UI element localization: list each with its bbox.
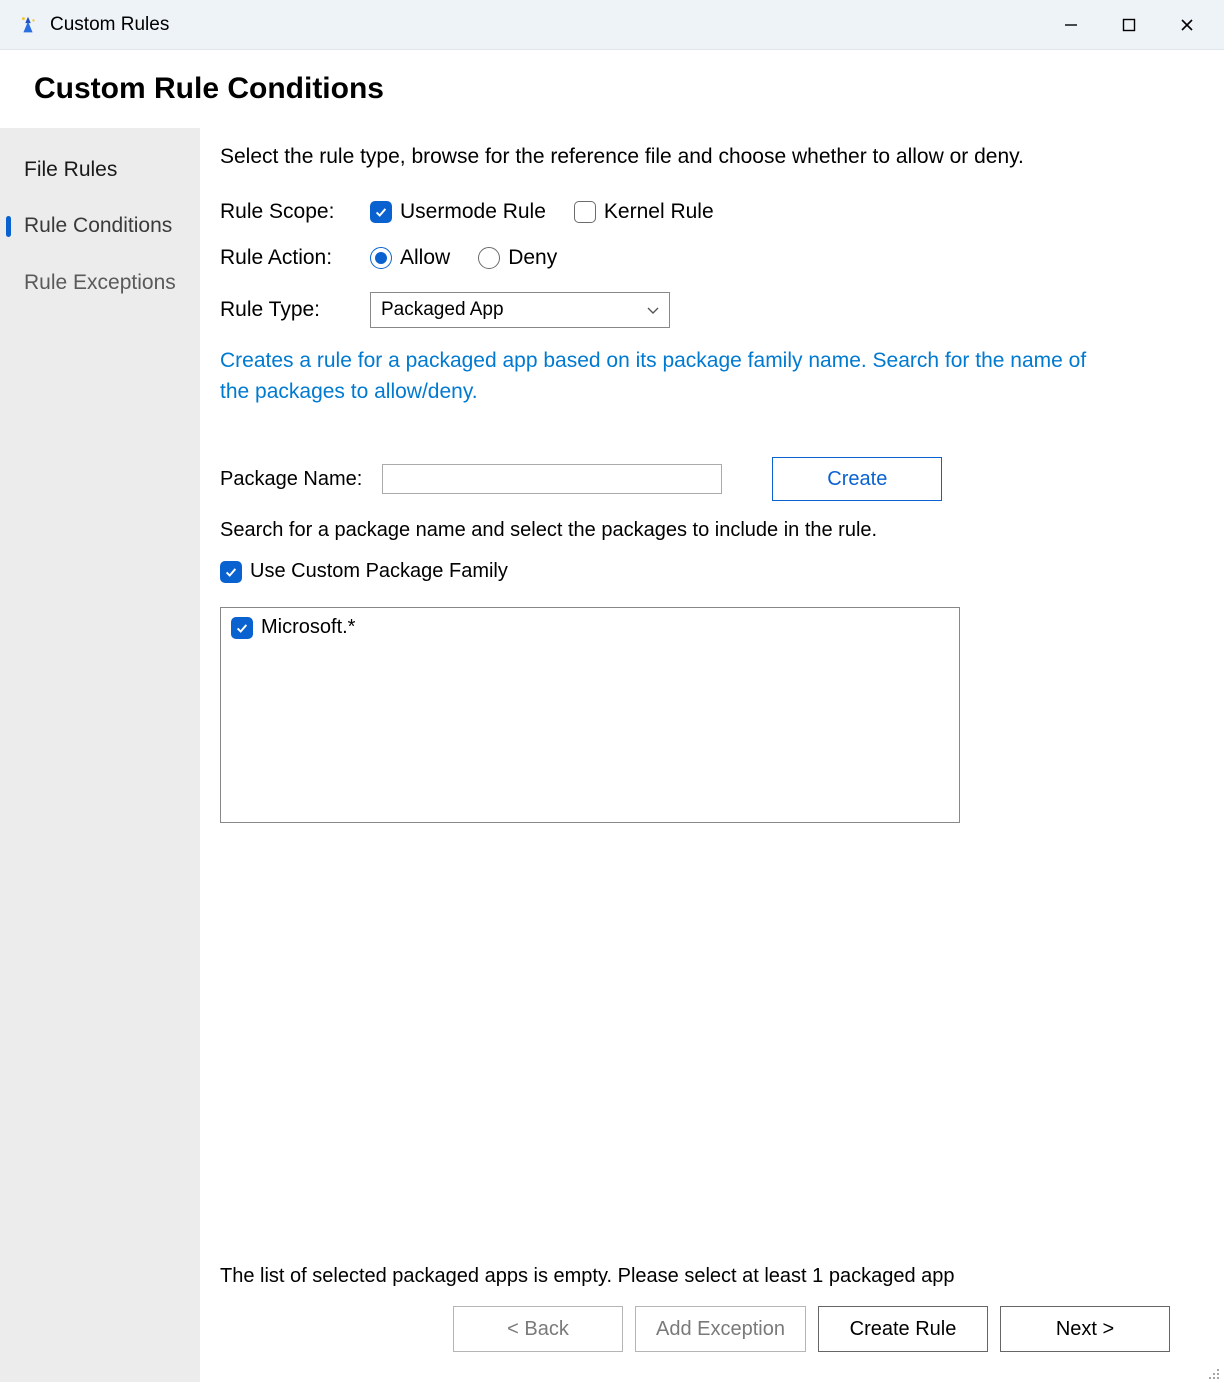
usermode-rule-option[interactable]: Usermode Rule — [370, 200, 546, 224]
package-name-label: Package Name: — [220, 468, 362, 491]
chevron-down-icon — [647, 303, 659, 318]
kernel-rule-option[interactable]: Kernel Rule — [574, 200, 714, 224]
create-button[interactable]: Create — [772, 457, 942, 501]
sidebar-item-rule-exceptions[interactable]: Rule Exceptions — [0, 255, 200, 311]
deny-label: Deny — [508, 246, 557, 270]
intro-text: Select the rule type, browse for the ref… — [220, 142, 1090, 172]
back-button[interactable]: < Back — [453, 1306, 623, 1352]
custom-package-row[interactable]: Use Custom Package Family — [220, 560, 1194, 583]
rule-scope-row: Rule Scope: Usermode Rule Kernel Rule — [220, 200, 1194, 224]
add-exception-button[interactable]: Add Exception — [635, 1306, 806, 1352]
window-title: Custom Rules — [50, 14, 169, 36]
next-button[interactable]: Next > — [1000, 1306, 1170, 1352]
close-button[interactable] — [1158, 5, 1216, 45]
add-exception-button-label: Add Exception — [656, 1318, 785, 1341]
package-search-hint: Search for a package name and select the… — [220, 519, 1194, 542]
sidebar-item-label: Rule Conditions — [24, 214, 172, 237]
create-rule-button[interactable]: Create Rule — [818, 1306, 988, 1352]
usermode-rule-checkbox[interactable] — [370, 201, 392, 223]
rule-type-label: Rule Type: — [220, 298, 370, 322]
list-item[interactable]: Microsoft.* — [231, 616, 949, 639]
deny-radio[interactable] — [478, 247, 500, 269]
rule-type-row: Rule Type: Packaged App — [220, 292, 1194, 328]
list-item-checkbox[interactable] — [231, 617, 253, 639]
kernel-rule-label: Kernel Rule — [604, 200, 714, 224]
sidebar-item-rule-conditions[interactable]: Rule Conditions — [0, 198, 200, 254]
kernel-rule-checkbox[interactable] — [574, 201, 596, 223]
deny-option[interactable]: Deny — [478, 246, 557, 270]
rule-action-row: Rule Action: Allow Deny — [220, 246, 1194, 270]
sidebar: File Rules Rule Conditions Rule Exceptio… — [0, 128, 200, 1382]
list-item-label: Microsoft.* — [261, 616, 355, 639]
app-icon — [16, 13, 40, 37]
rule-type-select[interactable]: Packaged App — [370, 292, 670, 328]
rule-action-label: Rule Action: — [220, 246, 370, 270]
validation-warning: The list of selected packaged apps is em… — [220, 1259, 1194, 1288]
package-listbox[interactable]: Microsoft.* — [220, 607, 960, 823]
sidebar-item-file-rules[interactable]: File Rules — [0, 142, 200, 198]
custom-package-label: Use Custom Package Family — [250, 560, 508, 583]
rule-type-help: Creates a rule for a packaged app based … — [220, 346, 1090, 407]
footer-buttons: < Back Add Exception Create Rule Next > — [220, 1288, 1194, 1372]
titlebar: Custom Rules — [0, 0, 1224, 50]
page-header: Custom Rule Conditions — [0, 50, 1224, 128]
sidebar-item-label: Rule Exceptions — [24, 271, 176, 294]
usermode-rule-label: Usermode Rule — [400, 200, 546, 224]
package-name-input[interactable] — [382, 464, 722, 494]
create-rule-button-label: Create Rule — [850, 1318, 957, 1341]
minimize-button[interactable] — [1042, 5, 1100, 45]
allow-radio[interactable] — [370, 247, 392, 269]
custom-package-checkbox[interactable] — [220, 561, 242, 583]
rule-scope-label: Rule Scope: — [220, 200, 370, 224]
create-button-label: Create — [827, 468, 887, 491]
maximize-button[interactable] — [1100, 5, 1158, 45]
sidebar-item-label: File Rules — [24, 158, 117, 181]
next-button-label: Next > — [1056, 1318, 1114, 1341]
resize-grip-icon[interactable] — [1204, 1364, 1220, 1380]
allow-label: Allow — [400, 246, 450, 270]
package-name-row: Package Name: Create — [220, 457, 1194, 501]
page-title: Custom Rule Conditions — [34, 72, 1190, 106]
allow-option[interactable]: Allow — [370, 246, 450, 270]
main-content: Select the rule type, browse for the ref… — [200, 128, 1224, 1382]
back-button-label: < Back — [507, 1318, 569, 1341]
rule-type-value: Packaged App — [381, 299, 504, 321]
